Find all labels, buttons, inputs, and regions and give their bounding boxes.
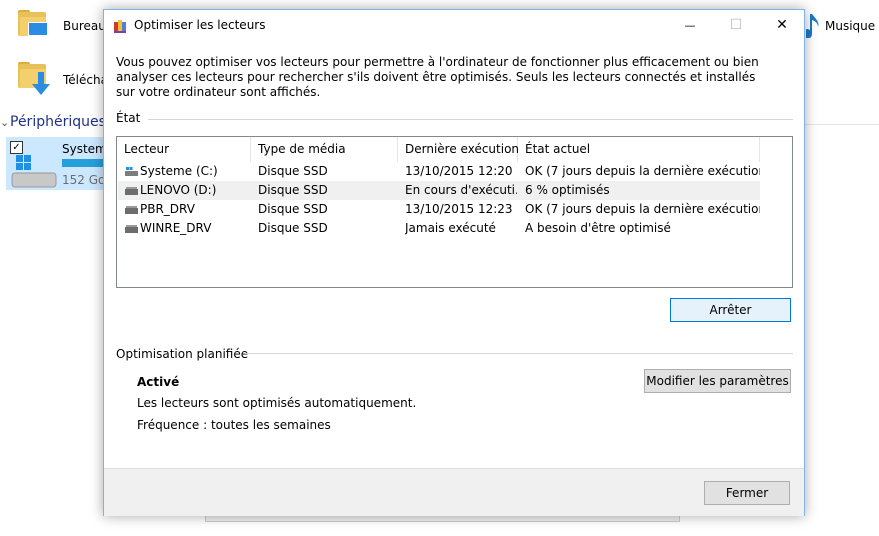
drive-status: OK (7 jours depuis la dernière exécution… xyxy=(525,164,760,178)
close-window-button[interactable]: ✕ xyxy=(759,10,805,41)
state-section-label: État xyxy=(116,111,141,125)
table-row[interactable]: Systeme (C:) Disque SSD 13/10/2015 12:20… xyxy=(118,162,760,181)
column-header-last-run[interactable]: Dernière exécution xyxy=(398,137,519,162)
table-row[interactable]: WINRE_DRV Disque SSD Jamais exécuté A be… xyxy=(118,219,760,238)
windows-drive-icon xyxy=(11,155,57,188)
drive-last-run: En cours d'exécuti... xyxy=(405,183,517,197)
column-header-drive[interactable]: Lecteur xyxy=(117,137,251,162)
defrag-app-icon xyxy=(114,20,126,33)
drive-name: LENOVO (D:) xyxy=(140,183,217,197)
chevron-down-icon[interactable]: ⌄ xyxy=(0,116,10,129)
desktop-folder-icon[interactable] xyxy=(18,10,48,36)
drive-name: WINRE_DRV xyxy=(140,221,212,235)
desktop-item-label[interactable]: Bureau xyxy=(63,19,106,33)
drive-status: OK (7 jours depuis la dernière exécution… xyxy=(525,202,760,216)
drive-last-run: 13/10/2015 12:20 xyxy=(405,164,513,178)
downloads-folder-icon[interactable] xyxy=(18,62,50,95)
scheduled-section-label: Optimisation planifiée xyxy=(116,347,249,361)
devices-group-label: Périphériques xyxy=(10,114,106,130)
modify-settings-button[interactable]: Modifier les paramètres xyxy=(644,369,791,393)
drive-media-type: Disque SSD xyxy=(258,202,328,216)
maximize-button: ☐ xyxy=(729,17,743,33)
table-row[interactable]: LENOVO (D:) Disque SSD En cours d'exécut… xyxy=(118,181,760,200)
drive-status: A besoin d'être optimisé xyxy=(525,221,671,235)
drive-status: 6 % optimisés xyxy=(525,183,610,197)
intro-text: Vous pouvez optimiser vos lecteurs pour … xyxy=(116,55,759,99)
windows-drive-icon xyxy=(125,167,138,176)
dialog-title: Optimiser les lecteurs xyxy=(134,18,266,32)
scheduled-frequency: Fréquence : toutes les semaines xyxy=(137,418,331,432)
table-row[interactable]: PBR_DRV Disque SSD 13/10/2015 12:23 OK (… xyxy=(118,200,760,219)
close-button[interactable]: Fermer xyxy=(704,481,790,505)
checkbox-checked[interactable]: ✓ xyxy=(10,141,23,154)
drive-usage-bar xyxy=(62,159,106,167)
devices-group-header[interactable]: ⌄Périphériques xyxy=(0,114,106,130)
drive-name: Systeme (C:) xyxy=(140,164,218,178)
title-bar[interactable]: Optimiser les lecteurs — ☐ ✕ xyxy=(104,10,804,41)
drive-icon xyxy=(125,187,138,195)
music-icon[interactable] xyxy=(806,12,820,38)
minimize-button[interactable]: — xyxy=(667,10,713,41)
stop-button[interactable]: Arrêter xyxy=(670,298,791,322)
optimize-drives-dialog: Optimiser les lecteurs — ☐ ✕ Vous pouvez… xyxy=(103,9,805,516)
drives-list[interactable]: Lecteur Type de média Dernière exécution… xyxy=(116,136,793,288)
list-header: Lecteur Type de média Dernière exécution… xyxy=(117,137,792,162)
scheduled-status: Activé xyxy=(137,375,180,389)
downloads-item-label[interactable]: Télécha xyxy=(63,73,108,87)
drive-tile-size: 152 Go xyxy=(62,173,106,187)
music-item-label[interactable]: Musique xyxy=(825,19,875,33)
drive-name: PBR_DRV xyxy=(140,202,195,216)
drive-media-type: Disque SSD xyxy=(258,183,328,197)
divider xyxy=(245,353,793,354)
drive-icon xyxy=(125,206,138,214)
scheduled-description: Les lecteurs sont optimisés automatiquem… xyxy=(137,396,417,410)
drive-last-run: Jamais exécuté xyxy=(405,221,496,235)
column-header-status[interactable]: État actuel xyxy=(518,137,760,162)
column-header-media[interactable]: Type de média xyxy=(251,137,398,162)
drive-media-type: Disque SSD xyxy=(258,221,328,235)
drive-media-type: Disque SSD xyxy=(258,164,328,178)
drive-icon xyxy=(125,225,138,233)
dialog-footer: Fermer xyxy=(104,468,804,516)
drive-last-run: 13/10/2015 12:23 xyxy=(405,202,513,216)
divider xyxy=(148,119,793,120)
